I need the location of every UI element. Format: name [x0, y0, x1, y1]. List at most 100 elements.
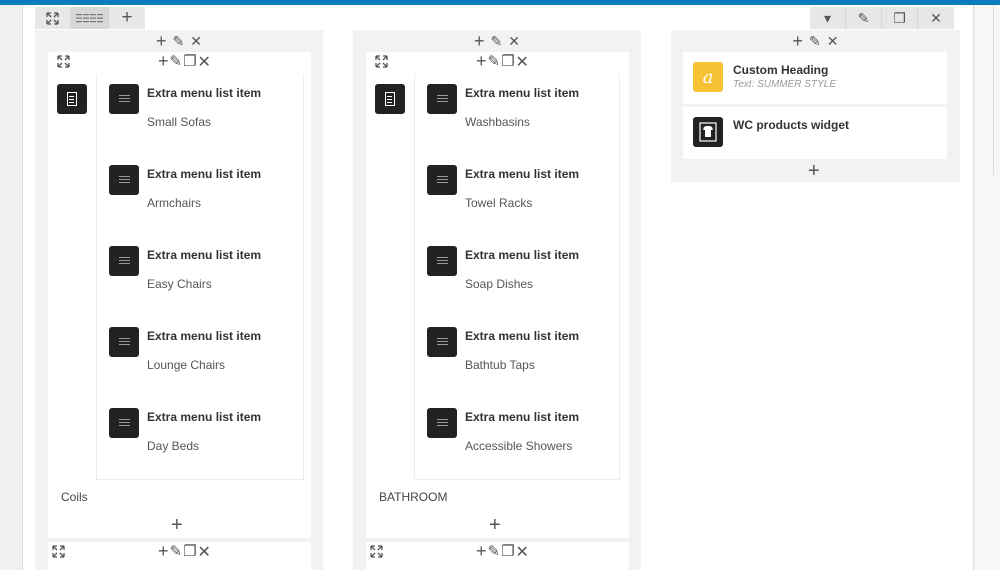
- close-icon[interactable]: ✕: [827, 33, 839, 50]
- item-title: Extra menu list item: [465, 329, 580, 343]
- list-icon: [109, 165, 139, 195]
- widget-title: Custom Heading: [733, 63, 829, 77]
- section-controls: + ✎ ❐ ✕: [366, 52, 629, 72]
- list-icon: [427, 246, 457, 276]
- item-subtitle: Small Sofas: [147, 115, 212, 129]
- close-icon[interactable]: ✕: [190, 33, 202, 50]
- add-icon[interactable]: +: [474, 31, 485, 52]
- column-2: + ✎ ✕ + ✎ ❐ ✕ Extra menu list item Washb…: [353, 30, 641, 570]
- expand-icon[interactable]: [370, 545, 383, 558]
- expand-icon[interactable]: [57, 55, 70, 68]
- add-icon[interactable]: +: [156, 31, 167, 52]
- row-actions: ▾ ✎ ❐ ✕: [810, 7, 954, 29]
- wc-products-icon: [693, 117, 723, 147]
- close-icon[interactable]: ✕: [508, 33, 520, 50]
- item-subtitle: Day Beds: [147, 439, 200, 453]
- add-icon[interactable]: +: [158, 52, 169, 72]
- widget-wc-products[interactable]: WC products widget: [683, 107, 947, 159]
- section-title: Coils: [61, 490, 88, 504]
- list-icon: [109, 408, 139, 438]
- add-icon[interactable]: +: [793, 31, 804, 52]
- item-subtitle: Armchairs: [147, 196, 202, 210]
- item-subtitle: Easy Chairs: [147, 277, 212, 291]
- column-controls: + ✎ ✕: [671, 30, 960, 52]
- row-delete-button[interactable]: ✕: [918, 7, 954, 29]
- column-1: + ✎ ✕ + ✎ ❐ ✕ Extra menu list item Small…: [35, 30, 323, 570]
- close-icon[interactable]: ✕: [198, 542, 211, 562]
- column-controls: + ✎ ✕: [353, 30, 641, 52]
- item-title: Extra menu list item: [147, 167, 262, 181]
- item-title: Extra menu list item: [465, 86, 580, 100]
- item-subtitle: Bathtub Taps: [465, 358, 535, 372]
- list-item[interactable]: Extra menu list item Lounge Chairs: [97, 317, 303, 398]
- menu-section: + ✎ ❐ ✕ Extra menu list item Small Sofas…: [48, 52, 311, 538]
- list-item[interactable]: Extra menu list item Easy Chairs: [97, 236, 303, 317]
- clone-icon[interactable]: ❐: [501, 52, 514, 72]
- add-element-button[interactable]: +: [489, 514, 501, 537]
- menu-section-next: + ✎ ❐ ✕: [366, 542, 629, 570]
- pencil-icon[interactable]: ✎: [488, 52, 501, 72]
- close-icon[interactable]: ✕: [198, 52, 211, 72]
- menu-item-list: Extra menu list item Small Sofas Extra m…: [96, 74, 304, 480]
- row-dropdown-button[interactable]: ▾: [810, 7, 846, 29]
- row-expand-button[interactable]: [35, 7, 71, 29]
- pencil-icon[interactable]: ✎: [488, 542, 501, 562]
- close-icon[interactable]: ✕: [516, 542, 529, 562]
- list-icon: [427, 408, 457, 438]
- expand-icon[interactable]: [52, 545, 65, 558]
- expand-icon: [46, 11, 59, 25]
- layout-icon: [75, 14, 103, 23]
- item-title: Extra menu list item: [465, 167, 580, 181]
- row-add-button[interactable]: +: [109, 7, 145, 29]
- row-layout-button[interactable]: [71, 7, 109, 29]
- add-icon[interactable]: +: [158, 542, 169, 562]
- list-icon: [427, 165, 457, 195]
- clone-icon[interactable]: ❐: [183, 52, 196, 72]
- row-edit-button[interactable]: ✎: [846, 7, 882, 29]
- list-icon: [109, 327, 139, 357]
- menu-section-next: + ✎ ❐ ✕: [48, 542, 311, 570]
- pencil-icon[interactable]: ✎: [170, 542, 183, 562]
- pencil-icon[interactable]: ✎: [491, 33, 503, 50]
- close-icon[interactable]: ✕: [516, 52, 529, 72]
- list-icon: [109, 84, 139, 114]
- add-icon[interactable]: +: [476, 52, 487, 72]
- item-title: Extra menu list item: [465, 248, 580, 262]
- widget-subtitle: Text: SUMMER STYLE: [733, 79, 836, 90]
- item-title: Extra menu list item: [147, 329, 262, 343]
- clone-icon: ❐: [893, 9, 906, 26]
- list-icon: [109, 246, 139, 276]
- list-item[interactable]: Extra menu list item Accessible Showers: [415, 398, 619, 479]
- menu-icon[interactable]: [57, 84, 87, 114]
- custom-heading-icon: a: [693, 62, 723, 92]
- list-item[interactable]: Extra menu list item Bathtub Taps: [415, 317, 619, 398]
- section-title: BATHROOM: [379, 490, 448, 504]
- pencil-icon[interactable]: ✎: [173, 33, 185, 50]
- list-item[interactable]: Extra menu list item Towel Racks: [415, 155, 619, 236]
- pencil-icon[interactable]: ✎: [170, 52, 183, 72]
- row-controls: +: [35, 7, 145, 29]
- right-gutter: [975, 5, 1000, 570]
- column-controls: + ✎ ✕: [35, 30, 323, 52]
- list-item[interactable]: Extra menu list item Day Beds: [97, 398, 303, 479]
- list-item[interactable]: Extra menu list item Soap Dishes: [415, 236, 619, 317]
- clone-icon[interactable]: ❐: [501, 542, 514, 562]
- item-title: Extra menu list item: [147, 410, 262, 424]
- widget-custom-heading[interactable]: a Custom Heading Text: SUMMER STYLE: [683, 52, 947, 104]
- list-icon: [427, 84, 457, 114]
- clone-icon[interactable]: ❐: [183, 542, 196, 562]
- close-icon: ✕: [930, 9, 942, 26]
- list-item[interactable]: Extra menu list item Small Sofas: [97, 74, 303, 155]
- column-3: + ✎ ✕ a Custom Heading Text: SUMMER STYL…: [671, 30, 960, 182]
- list-item[interactable]: Extra menu list item Washbasins: [415, 74, 619, 155]
- row-clone-button[interactable]: ❐: [882, 7, 918, 29]
- add-icon[interactable]: +: [476, 542, 487, 562]
- add-element-button[interactable]: +: [171, 514, 183, 537]
- item-title: Extra menu list item: [147, 248, 262, 262]
- item-subtitle: Washbasins: [465, 115, 530, 129]
- menu-icon[interactable]: [375, 84, 405, 114]
- pencil-icon[interactable]: ✎: [809, 33, 821, 50]
- list-item[interactable]: Extra menu list item Armchairs: [97, 155, 303, 236]
- add-element-button[interactable]: +: [808, 160, 820, 183]
- expand-icon[interactable]: [375, 55, 388, 68]
